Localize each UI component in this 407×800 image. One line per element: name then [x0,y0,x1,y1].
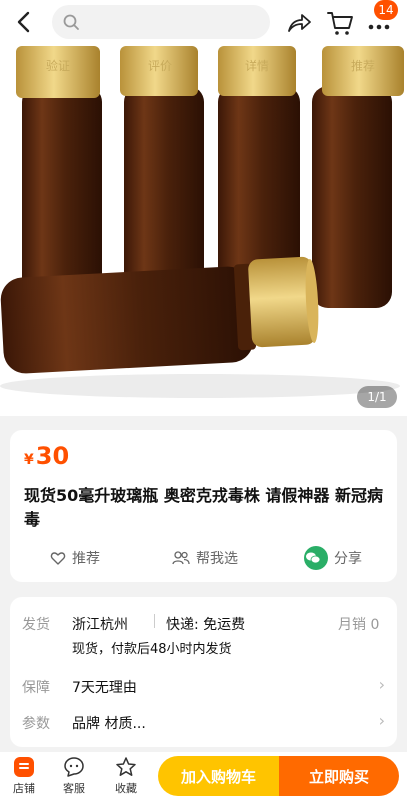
store-tab[interactable]: 店铺 [4,756,44,796]
ship-note: 现货，付款后48小时内发货 [72,642,232,657]
help-choose-button[interactable]: 帮我选 [172,544,238,572]
back-arrow-icon[interactable] [12,9,38,35]
params-value: 品牌 材质... [72,716,146,732]
top-bar: 14 [0,0,407,46]
star-icon [116,757,136,776]
currency-symbol: ¥ [24,452,34,468]
search-icon [63,14,79,30]
divider [154,614,155,628]
cart-count-badge: 14 [374,0,398,20]
share-label: 分享 [334,551,362,567]
buy-now-button[interactable]: 立即购买 [279,756,399,796]
product-actions: 推荐 帮我选 分享 [10,544,397,572]
chevron-right-icon: › [378,675,385,694]
product-title: 现货50毫升玻璃瓶 奥密克戎毒株 请假神器 新冠病毒 [24,486,383,529]
favorite-label: 收藏 [115,782,137,795]
price: ¥30 [24,442,69,470]
svg-text:详情: 详情 [245,58,269,73]
cart-icon[interactable] [326,9,354,37]
chat-bubble-icon [64,757,84,777]
help-choose-label: 帮我选 [196,551,238,567]
chevron-right-icon: › [378,711,385,730]
favorite-tab[interactable]: 收藏 [106,756,146,796]
heart-icon [50,552,66,565]
people-icon [172,551,190,565]
recommend-label: 推荐 [72,551,100,567]
monthly-sales: 月销 0 [338,617,380,633]
recommend-button[interactable]: 推荐 [50,544,100,572]
guarantee-label: 保障 [22,680,50,696]
params-label: 参数 [22,716,50,732]
ship-from: 浙江杭州 [72,617,128,633]
store-icon [14,757,34,777]
product-info-card: 发货 浙江杭州 快递: 免运费 月销 0 现货，付款后48小时内发货 保障 7天… [10,597,397,747]
svg-text:评价: 评价 [148,59,172,73]
bottle-1: 验证 [16,46,102,311]
image-counter: 1/1 [357,386,397,408]
svg-text:验证: 验证 [46,58,70,73]
express-fee: 快递: 免运费 [166,617,246,633]
product-image-gallery[interactable]: 验证 评价 详情 推荐 1/1 [0,46,407,416]
wechat-icon [304,546,328,570]
guarantee-value: 7天无理由 [72,680,137,696]
bottom-action-bar: 店铺 客服 收藏 加入购物车 立即购买 [0,752,407,800]
share-button[interactable]: 分享 [304,544,362,572]
product-summary-card: ¥30 现货50毫升玻璃瓶 奥密克戎毒株 请假神器 新冠病毒 推荐 帮我选 分享 [10,430,397,582]
add-to-cart-button[interactable]: 加入购物车 [158,756,279,796]
service-label: 客服 [63,782,85,795]
shipping-label: 发货 [22,617,50,633]
search-input[interactable] [52,5,270,39]
store-label: 店铺 [13,782,35,795]
bottle-4: 推荐 [312,46,404,308]
product-photo: 验证 评价 详情 推荐 [0,46,407,416]
price-value: 30 [35,442,70,470]
share-arrow-icon[interactable] [286,10,312,36]
svg-text:推荐: 推荐 [351,59,375,73]
service-tab[interactable]: 客服 [54,756,94,796]
